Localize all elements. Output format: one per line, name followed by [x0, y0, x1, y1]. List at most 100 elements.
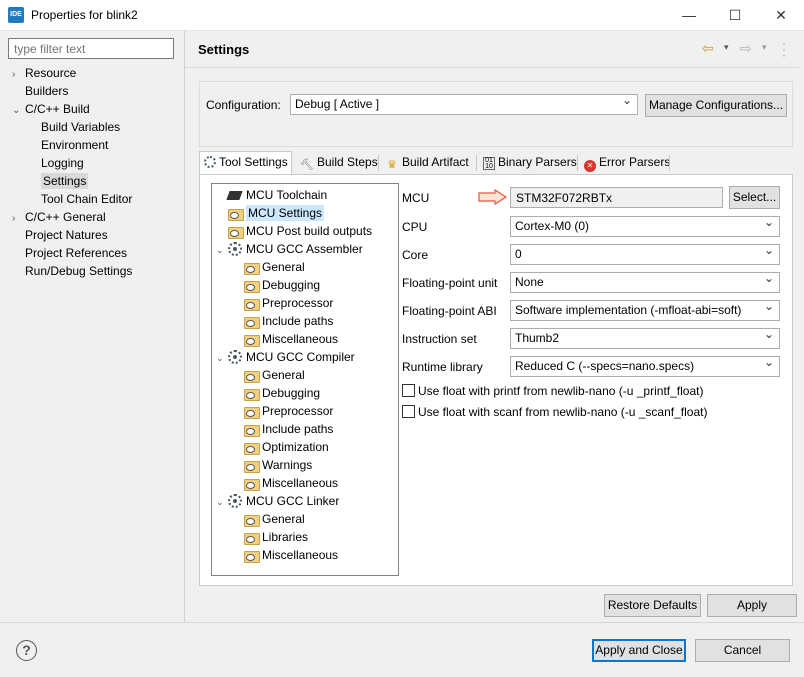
float-abi-label: Floating-point ABI [402, 304, 497, 318]
back-menu-icon[interactable]: ▾ [724, 42, 729, 53]
chevron-down-icon[interactable]: ⌄ [216, 241, 228, 259]
property-nav: › Resource Builders ⌄ C/C++ Build Build Va… [12, 64, 182, 280]
tree-item-cc-preprocessor[interactable]: Preprocessor [244, 402, 333, 420]
tree-item-cc-misc[interactable]: Miscellaneous [244, 474, 338, 492]
configuration-select[interactable]: Debug [ Active ] [290, 94, 638, 115]
settings-folder-icon [228, 225, 244, 239]
filter-input[interactable] [8, 38, 174, 59]
runtime-library-label: Runtime library [402, 360, 483, 374]
nav-item-cpp-general[interactable]: › C/C++ General [12, 208, 182, 226]
tree-item-asm-include-paths[interactable]: Include paths [244, 312, 333, 330]
help-icon[interactable]: ? [16, 640, 37, 661]
tree-item-cc-debugging[interactable]: Debugging [244, 384, 320, 402]
nav-item-tool-chain-editor[interactable]: Tool Chain Editor [12, 190, 182, 208]
tree-item-ld-libraries[interactable]: Libraries [244, 528, 308, 546]
tab-build-steps[interactable]: 🔨︎ Build Steps [296, 152, 382, 174]
tree-item-compiler[interactable]: ⌄ MCU GCC Compiler [216, 348, 355, 366]
tree-item-asm-misc[interactable]: Miscellaneous [244, 330, 338, 348]
nav-item-environment[interactable]: Environment [12, 136, 182, 154]
settings-folder-icon [244, 531, 260, 545]
nav-item-resource[interactable]: › Resource [12, 64, 182, 82]
maximize-button[interactable]: ☐ [712, 0, 758, 31]
mcu-field[interactable]: STM32F072RBTx [510, 187, 723, 208]
float-abi-select[interactable]: Software implementation (-mfloat-abi=sof… [510, 300, 780, 321]
core-select[interactable]: 0 [510, 244, 780, 265]
tree-item-linker[interactable]: ⌄ MCU GCC Linker [216, 492, 339, 510]
tree-item-cc-include-paths[interactable]: Include paths [244, 420, 333, 438]
settings-folder-icon [244, 279, 260, 293]
minimize-button[interactable]: — [666, 0, 712, 31]
binary-icon: 01 10 [483, 157, 495, 170]
tab-separator [378, 155, 379, 171]
tree-item-ld-general[interactable]: General [244, 510, 305, 528]
close-button[interactable]: ✕ [758, 0, 804, 31]
tree-item-cc-optimization[interactable]: Optimization [244, 438, 329, 456]
instruction-set-select[interactable]: Thumb2 [510, 328, 780, 349]
tree-item-mcu-post-build[interactable]: MCU Post build outputs [216, 222, 372, 240]
restore-defaults-button[interactable]: Restore Defaults [604, 594, 701, 617]
forward-menu-icon[interactable]: ▾ [762, 42, 767, 53]
view-menu-icon[interactable]: · · · [782, 37, 786, 61]
trophy-icon: ♛ [387, 159, 397, 171]
nav-item-build-variables[interactable]: Build Variables [12, 118, 182, 136]
panel-divider[interactable] [184, 31, 185, 623]
chevron-down-icon[interactable]: ⌄ [216, 349, 228, 367]
settings-folder-icon [244, 261, 260, 275]
mcu-label: MCU [402, 191, 430, 205]
tree-item-mcu-settings[interactable]: MCU Settings [216, 204, 325, 222]
chevron-down-icon[interactable]: ⌄ [12, 102, 25, 120]
printf-float-checkbox[interactable] [402, 384, 415, 397]
footer-divider [0, 622, 804, 623]
page-title: Settings [198, 42, 250, 57]
mcu-select-button[interactable]: Select... [729, 186, 780, 209]
fpu-select[interactable]: None [510, 272, 780, 293]
tree-item-assembler[interactable]: ⌄ MCU GCC Assembler [216, 240, 363, 258]
runtime-library-select[interactable]: Reduced C (--specs=nano.specs) [510, 356, 780, 377]
apply-and-close-button[interactable]: Apply and Close [592, 639, 686, 662]
cpu-select[interactable]: Cortex-M0 (0) [510, 216, 780, 237]
tab-binary-parsers[interactable]: 01 10 Binary Parsers [479, 152, 581, 174]
nav-item-builders[interactable]: Builders [12, 82, 182, 100]
nav-item-cpp-build[interactable]: ⌄ C/C++ Build [12, 100, 182, 118]
tab-separator [476, 155, 477, 171]
apply-button[interactable]: Apply [707, 594, 797, 617]
tree-item-asm-preprocessor[interactable]: Preprocessor [244, 294, 333, 312]
tree-item-mcu-toolchain[interactable]: MCU Toolchain [216, 186, 327, 204]
tree-item-asm-debugging[interactable]: Debugging [244, 276, 320, 294]
nav-item-logging[interactable]: Logging [12, 154, 182, 172]
gear-icon [228, 494, 242, 508]
gear-icon [228, 242, 242, 256]
cancel-button[interactable]: Cancel [695, 639, 790, 662]
fpu-label: Floating-point unit [402, 276, 498, 290]
nav-item-project-references[interactable]: Project References [12, 244, 182, 262]
nav-item-run-debug-settings[interactable]: Run/Debug Settings [12, 262, 182, 280]
nav-item-project-natures[interactable]: Project Natures [12, 226, 182, 244]
settings-folder-icon [244, 369, 260, 383]
gear-icon [228, 350, 242, 364]
settings-folder-icon [244, 549, 260, 563]
settings-folder-icon [244, 441, 260, 455]
tab-error-parsers[interactable]: ✕ Error Parsers [580, 152, 674, 174]
tab-tool-settings[interactable]: Tool Settings [199, 151, 292, 175]
chevron-down-icon[interactable]: ⌄ [216, 493, 228, 511]
tree-item-cc-warnings[interactable]: Warnings [244, 456, 312, 474]
hammer-icon: 🔨︎ [300, 159, 314, 171]
manage-configurations-button[interactable]: Manage Configurations... [645, 94, 787, 117]
scanf-float-checkbox[interactable] [402, 405, 415, 418]
settings-folder-icon [244, 297, 260, 311]
header-divider [185, 67, 799, 68]
nav-item-settings[interactable]: Settings [12, 172, 182, 190]
settings-folder-icon [244, 459, 260, 473]
tree-item-ld-misc[interactable]: Miscellaneous [244, 546, 338, 564]
printf-float-label: Use float with printf from newlib-nano (… [418, 384, 704, 398]
forward-arrow-icon[interactable]: ⇨ [740, 40, 752, 57]
back-arrow-icon[interactable]: ⇦ [702, 40, 714, 57]
tree-item-asm-general[interactable]: General [244, 258, 305, 276]
arrow-right-icon [478, 189, 508, 205]
settings-folder-icon [244, 387, 260, 401]
tool-tree[interactable]: MCU Toolchain MCU Settings MCU Post buil… [211, 183, 399, 576]
settings-folder-icon [244, 405, 260, 419]
tab-build-artifact[interactable]: ♛ Build Artifact [381, 152, 473, 174]
tree-item-cc-general[interactable]: General [244, 366, 305, 384]
error-icon: ✕ [584, 160, 596, 172]
